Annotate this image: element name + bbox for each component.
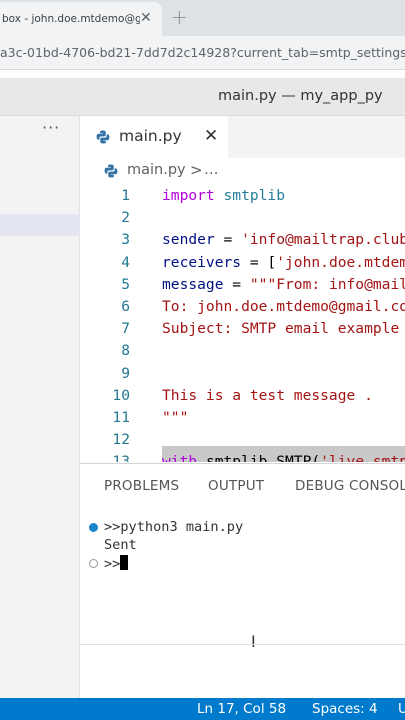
- tab-debug-console[interactable]: DEBUG CONSOLE: [295, 478, 405, 494]
- code-line: 3 sender = 'info@mailtrap.club': [80, 231, 405, 253]
- line-source: sender = 'info@mailtrap.club': [162, 231, 405, 248]
- code-token: 'john.doe.mtdemo@gmail.com': [276, 253, 405, 271]
- window-titlebar: main.py — my_app_py: [0, 78, 405, 116]
- browser-tab-close-icon[interactable]: ✕: [140, 10, 152, 26]
- code-token: = [: [241, 253, 277, 271]
- line-number: 12: [112, 431, 130, 449]
- terminal-cursor: [120, 555, 129, 570]
- code-line: 4 receivers = ['john.doe.mtdemo@gmail.com…: [80, 254, 405, 276]
- browser-tab[interactable]: box - john.doe.mtdemo@gmail.c ✕: [0, 2, 162, 36]
- python-file-icon: [104, 164, 118, 178]
- browser-tab-strip: box - john.doe.mtdemo@gmail.c ✕ +: [0, 0, 405, 36]
- address-bar[interactable]: a3c-01bd-4706-bd21-7dd7d2c14928?current_…: [0, 36, 405, 70]
- code-line: 5 message = """From: info@mailtrap.club: [80, 276, 405, 298]
- panel-divider: [80, 644, 405, 645]
- tab-output[interactable]: OUTPUT: [208, 478, 264, 494]
- line-source: receivers = ['john.doe.mtdemo@gmail.com': [162, 254, 405, 271]
- code-line: 13 with smtplib.SMTP('live.smtp: [80, 453, 405, 462]
- window-title: main.py — my_app_py: [218, 88, 383, 104]
- breadcrumb-file[interactable]: main.py: [127, 162, 186, 178]
- code-token: message: [162, 275, 224, 293]
- line-source: Subject: SMTP email example: [162, 320, 399, 337]
- code-token: 'info@mailtrap.club': [241, 231, 405, 249]
- code-token: This is a test message .: [162, 386, 373, 404]
- terminal-line: >>: [104, 555, 129, 573]
- code-line: 7 Subject: SMTP email example: [80, 320, 405, 342]
- status-bar: Ln 17, Col 58 Spaces: 4 U: [0, 698, 405, 720]
- terminal-line: >>python3 main.py: [104, 519, 243, 537]
- line-number: 5: [121, 275, 130, 293]
- line-number: 6: [121, 298, 130, 315]
- editor-tab-label: main.py: [119, 127, 182, 145]
- line-number: 7: [121, 320, 130, 338]
- text-cursor-icon: I: [251, 632, 256, 651]
- editor-tab-bar: main.py ✕: [80, 116, 405, 158]
- new-tab-plus-icon[interactable]: +: [171, 5, 188, 29]
- line-source: import smtplib: [162, 187, 285, 204]
- status-encoding[interactable]: U: [398, 701, 405, 717]
- address-bar-url: a3c-01bd-4706-bd21-7dd7d2c14928?current_…: [0, 45, 405, 60]
- status-cursor-position[interactable]: Ln 17, Col 58: [197, 701, 286, 717]
- code-line: 11 """: [80, 409, 405, 431]
- line-number: 8: [121, 342, 130, 360]
- line-source: To: john.doe.mtdemo@gmail.com: [162, 298, 405, 315]
- line-number: 1: [121, 187, 130, 204]
- sidebar-selected-item[interactable]: [0, 214, 80, 236]
- breadcrumb-separator: >: [190, 161, 203, 179]
- breadcrumb: main.py > …: [80, 158, 405, 184]
- line-source: This is a test message .: [162, 387, 373, 404]
- command-pending-dot-icon[interactable]: [89, 559, 98, 568]
- code-line: 6 To: john.doe.mtdemo@gmail.com: [80, 298, 405, 320]
- status-indentation[interactable]: Spaces: 4: [312, 701, 378, 717]
- code-token: smtplib.SMTP(: [197, 453, 321, 462]
- breadcrumb-more[interactable]: …: [204, 162, 219, 178]
- line-source: """: [162, 409, 188, 426]
- code-line: 1 import smtplib: [80, 187, 405, 209]
- more-actions-icon[interactable]: ···: [42, 118, 60, 137]
- line-number: 13: [112, 453, 130, 462]
- python-file-icon: [96, 130, 110, 144]
- terminal-line: Sent: [104, 537, 137, 555]
- command-success-dot-icon[interactable]: [89, 523, 98, 532]
- terminal-line-text: >>python3 main.py: [104, 519, 244, 535]
- tab-problems[interactable]: PROBLEMS: [104, 478, 179, 494]
- code-token: """From: info@mailtrap.club: [249, 275, 405, 293]
- line-source: message = """From: info@mailtrap.club: [162, 276, 405, 293]
- code-token: receivers: [162, 253, 242, 271]
- code-editor[interactable]: 1 import smtplib 2 3 sender = 'info@mailtrap…: [80, 184, 405, 462]
- explorer-sidebar: ···: [0, 116, 80, 698]
- line-number: 4: [121, 253, 130, 271]
- line-number: 2: [121, 209, 130, 227]
- code-token: =: [214, 231, 242, 249]
- code-token: smtplib: [214, 187, 286, 204]
- line-number: 11: [112, 409, 130, 426]
- line-number: 10: [112, 386, 130, 404]
- code-token: """: [162, 409, 189, 426]
- editor-tab-close-icon[interactable]: ✕: [204, 126, 218, 146]
- code-token: import: [162, 187, 215, 204]
- code-line: 10 This is a test message .: [80, 387, 405, 409]
- code-token: with: [162, 453, 198, 462]
- browser-tab-title: box - john.doe.mtdemo@gmail.c: [2, 13, 140, 25]
- code-token: =: [223, 275, 250, 293]
- terminal-line-text: Sent: [104, 537, 137, 553]
- code-line: 8: [80, 342, 405, 364]
- code-token: Subject: SMTP email example: [162, 320, 400, 338]
- code-token: 'live.smtp: [320, 453, 405, 462]
- code-line: 2: [80, 209, 405, 231]
- code-token: sender: [162, 231, 215, 249]
- bottom-panel: PROBLEMS OUTPUT DEBUG CONSOLE >>python3 …: [80, 463, 405, 698]
- line-number: 9: [121, 364, 130, 382]
- code-token: To: john.doe.mtdemo@gmail.com: [162, 298, 405, 315]
- line-source: with smtplib.SMTP('live.smtp: [162, 453, 405, 462]
- terminal-line-text: >>: [104, 556, 121, 572]
- editor-tab-main-py[interactable]: main.py ✕: [80, 116, 228, 158]
- line-number: 3: [121, 231, 130, 249]
- code-line: 9: [80, 365, 405, 387]
- code-line: 12: [80, 431, 405, 453]
